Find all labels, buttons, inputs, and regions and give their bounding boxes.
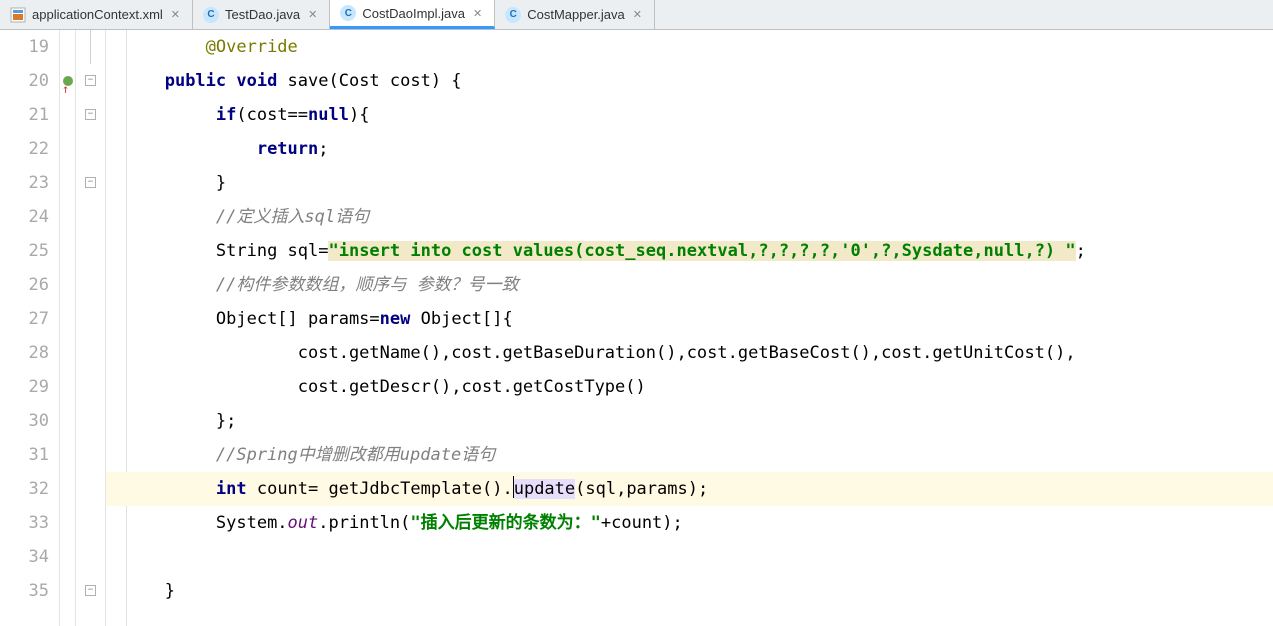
code-area: 1920212223 2425262728 2930313233 3435 ↑ …: [0, 30, 1273, 626]
close-icon[interactable]: ✕: [306, 8, 319, 21]
tab-costdaoimpl[interactable]: C CostDaoImpl.java ✕: [330, 0, 495, 29]
code-line: }: [106, 166, 1273, 200]
fold-toggle-icon[interactable]: −: [85, 75, 96, 86]
java-class-icon: C: [505, 7, 521, 23]
xml-file-icon: [10, 7, 26, 23]
tab-label: CostMapper.java: [527, 7, 625, 22]
code-line: //构件参数数组，顺序与 参数？号一致: [106, 268, 1273, 302]
editor-root: applicationContext.xml ✕ C TestDao.java …: [0, 0, 1273, 626]
code-line: }: [106, 574, 1273, 608]
code-line: [106, 540, 1273, 574]
code-line: cost.getDescr(),cost.getCostType(): [106, 370, 1273, 404]
code-line: if(cost==null){: [106, 98, 1273, 132]
tab-bar: applicationContext.xml ✕ C TestDao.java …: [0, 0, 1273, 30]
code-line: cost.getName(),cost.getBaseDuration(),co…: [106, 336, 1273, 370]
java-class-icon: C: [203, 7, 219, 23]
code-line: //Spring中增删改都用update语句: [106, 438, 1273, 472]
code-line: int count= getJdbcTemplate().update(sql,…: [106, 472, 1273, 506]
close-icon[interactable]: ✕: [471, 7, 484, 20]
code-line: };: [106, 404, 1273, 438]
tab-application-context[interactable]: applicationContext.xml ✕: [0, 0, 193, 29]
fold-toggle-icon[interactable]: −: [85, 177, 96, 188]
code-line: return;: [106, 132, 1273, 166]
tab-costmapper[interactable]: C CostMapper.java ✕: [495, 0, 655, 29]
tab-label: CostDaoImpl.java: [362, 6, 465, 21]
code-line: //定义插入sql语句: [106, 200, 1273, 234]
code-line: public void save(Cost cost) {: [106, 64, 1273, 98]
code-body[interactable]: @Override public void save(Cost cost) { …: [106, 30, 1273, 626]
fold-toggle-icon[interactable]: −: [85, 585, 96, 596]
code-line: String sql="insert into cost values(cost…: [106, 234, 1273, 268]
java-class-icon: C: [340, 5, 356, 21]
tab-label: applicationContext.xml: [32, 7, 163, 22]
code-line: @Override: [106, 30, 1273, 64]
fold-toggle-icon[interactable]: −: [85, 109, 96, 120]
close-icon[interactable]: ✕: [631, 8, 644, 21]
code-line: Object[] params=new Object[]{: [106, 302, 1273, 336]
text-caret: [513, 476, 514, 498]
line-number-gutter: 1920212223 2425262728 2930313233 3435: [0, 30, 60, 626]
tab-label: TestDao.java: [225, 7, 300, 22]
close-icon[interactable]: ✕: [169, 8, 182, 21]
fold-gutter: − − − −: [76, 30, 106, 626]
tab-testdao[interactable]: C TestDao.java ✕: [193, 0, 330, 29]
marker-gutter: ↑: [60, 30, 76, 626]
code-line: System.out.println("插入后更新的条数为："+count);: [106, 506, 1273, 540]
